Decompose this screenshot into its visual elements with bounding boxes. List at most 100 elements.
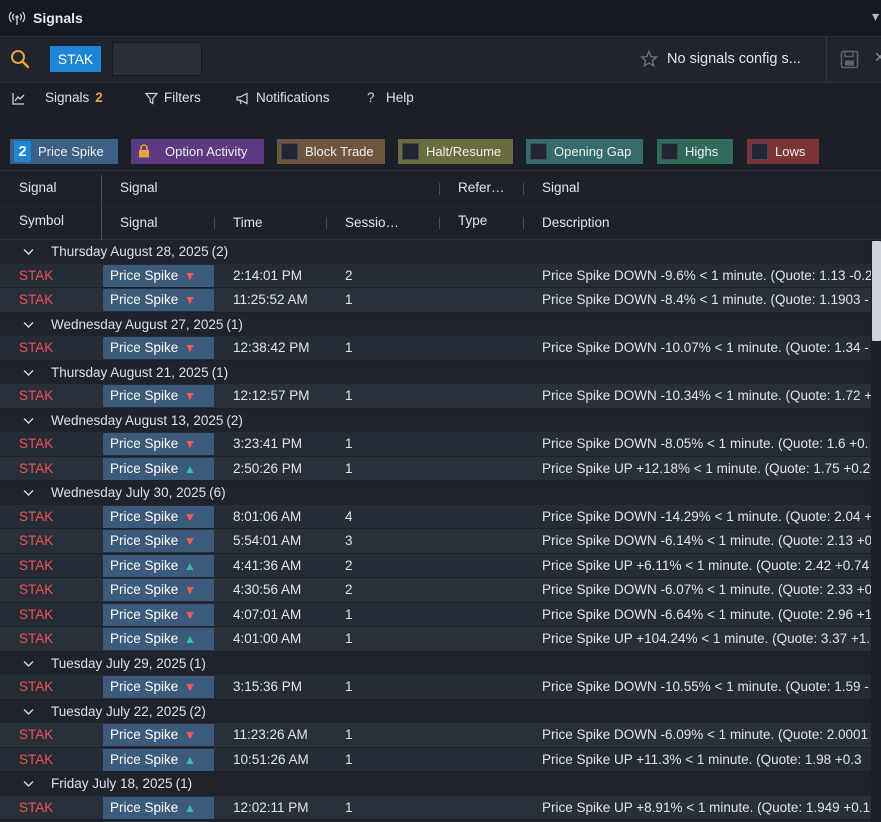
chevron-down-icon[interactable]: [23, 780, 34, 788]
checkbox[interactable]: [281, 143, 298, 160]
signal-badge[interactable]: Price Spike ▼: [103, 530, 214, 552]
symbol-cell[interactable]: STAK: [19, 505, 53, 530]
table-row[interactable]: STAK Price Spike ▼ 3:23:41 PM 1 Price Spike D…: [0, 432, 871, 457]
column-header-signal[interactable]: Signal: [120, 215, 158, 230]
signals-config-label[interactable]: No signals config s...: [667, 51, 801, 67]
chip-option-activity[interactable]: Option Activity: [131, 139, 264, 164]
table-row[interactable]: STAK Price Spike ▼ 8:01:06 AM 4 Price Spike D…: [0, 504, 871, 530]
date-group-header[interactable]: Thursday August 28, 2025 (2): [0, 240, 871, 264]
signal-label: Price Spike: [110, 267, 179, 283]
symbol-cell[interactable]: STAK: [19, 748, 53, 773]
date-group-header[interactable]: Tuesday July 29, 2025 (1): [0, 651, 871, 675]
chevron-down-icon[interactable]: [23, 660, 34, 668]
chip-opening-gap[interactable]: Opening Gap: [526, 139, 643, 164]
column-header-symbol[interactable]: Symbol: [19, 213, 64, 228]
chevron-down-icon[interactable]: [23, 417, 34, 425]
chip-block-trade[interactable]: Block Trade: [277, 139, 385, 164]
window-menu-icon[interactable]: ▾: [872, 8, 879, 25]
symbol-cell[interactable]: STAK: [19, 384, 53, 409]
arrow-down-icon: ▼: [184, 268, 196, 283]
signal-badge[interactable]: Price Spike ▼: [103, 433, 214, 455]
column-header-session[interactable]: Sessio…: [345, 215, 399, 230]
column-header-description[interactable]: Description: [542, 215, 610, 230]
column-separator[interactable]: [326, 217, 327, 229]
symbol-cell[interactable]: STAK: [19, 554, 53, 579]
signal-badge[interactable]: Price Spike ▼: [103, 337, 214, 359]
table-row[interactable]: STAK Price Spike ▲ 10:51:26 AM 1 Price Spike …: [0, 747, 871, 773]
date-group-header[interactable]: Thursday August 21, 2025 (1): [0, 360, 871, 384]
signal-badge[interactable]: Price Spike ▼: [103, 289, 214, 311]
save-icon[interactable]: [840, 50, 859, 69]
chip-price-spike[interactable]: 2 Price Spike: [10, 139, 118, 164]
search-icon[interactable]: [10, 49, 30, 69]
table-row[interactable]: STAK Price Spike ▼ 11:25:52 AM 1 Price Spike …: [0, 288, 871, 313]
star-icon[interactable]: [640, 50, 658, 68]
checkbox[interactable]: [751, 143, 768, 160]
table-row[interactable]: STAK Price Spike ▼ 5:54:01 AM 3 Price Spike D…: [0, 529, 871, 554]
chevron-down-icon[interactable]: [23, 489, 34, 497]
column-separator[interactable]: [439, 217, 440, 229]
table-row[interactable]: STAK Price Spike ▲ 4:01:00 AM 1 Price Spike U…: [0, 627, 871, 652]
signal-badge[interactable]: Price Spike ▲: [103, 554, 214, 577]
chevron-down-icon[interactable]: [23, 248, 34, 256]
signal-badge[interactable]: Price Spike ▲: [103, 628, 214, 650]
chip-halt-resume[interactable]: Halt/Resume: [398, 139, 513, 164]
date-group-header[interactable]: Wednesday August 27, 2025 (1): [0, 312, 871, 336]
table-row[interactable]: STAK Price Spike ▼ 3:15:36 PM 1 Price Spike D…: [0, 675, 871, 700]
symbol-cell[interactable]: STAK: [19, 627, 53, 652]
symbol-cell[interactable]: STAK: [19, 529, 53, 554]
chevron-down-icon[interactable]: [23, 708, 34, 716]
signal-badge[interactable]: Price Spike ▼: [103, 385, 214, 407]
table-row[interactable]: STAK Price Spike ▼ 2:14:01 PM 2 Price Spike D…: [0, 263, 871, 289]
chevron-down-icon[interactable]: [23, 321, 34, 329]
symbol-cell[interactable]: STAK: [19, 288, 53, 313]
signal-badge[interactable]: Price Spike ▼: [103, 264, 214, 287]
symbol-cell[interactable]: STAK: [19, 432, 53, 457]
symbol-cell[interactable]: STAK: [19, 723, 53, 748]
date-group-header[interactable]: Wednesday July 30, 2025 (6): [0, 481, 871, 505]
table-row[interactable]: STAK Price Spike ▲ 2:50:26 PM 1 Price Spike U…: [0, 456, 871, 482]
table-row[interactable]: STAK Price Spike ▼ 12:38:42 PM 1 Price Spike …: [0, 336, 871, 361]
date-group-header[interactable]: Friday July 18, 2025 (1): [0, 772, 871, 796]
signal-badge[interactable]: Price Spike ▼: [103, 724, 214, 746]
checkbox[interactable]: [530, 143, 547, 160]
symbol-cell[interactable]: STAK: [19, 264, 53, 289]
chip-highs[interactable]: Highs: [657, 139, 733, 164]
signal-badge[interactable]: Price Spike ▼: [103, 676, 214, 698]
date-group-header[interactable]: Tuesday July 22, 2025 (2): [0, 699, 871, 723]
column-header-time[interactable]: Time: [233, 215, 263, 230]
signal-badge[interactable]: Price Spike ▲: [103, 457, 214, 480]
signal-badge[interactable]: Price Spike ▼: [103, 603, 214, 626]
symbol-cell[interactable]: STAK: [19, 796, 53, 821]
symbol-cell[interactable]: STAK: [19, 336, 53, 361]
signal-badge[interactable]: Price Spike ▼: [103, 579, 214, 601]
table-row[interactable]: STAK Price Spike ▼ 4:07:01 AM 1 Price Spike D…: [0, 602, 871, 628]
table-row[interactable]: STAK Price Spike ▲ 12:02:11 PM 1 Price Spike …: [0, 795, 871, 821]
table-row[interactable]: STAK Price Spike ▼ 4:30:56 AM 2 Price Spike D…: [0, 578, 871, 603]
symbol-cell[interactable]: STAK: [19, 603, 53, 628]
symbol-cell[interactable]: STAK: [19, 675, 53, 700]
signal-badge[interactable]: Price Spike ▲: [103, 748, 214, 771]
symbol-cell[interactable]: STAK: [19, 578, 53, 603]
checkbox[interactable]: [402, 143, 419, 160]
scrollbar-thumb[interactable]: [872, 241, 881, 341]
table-row[interactable]: STAK Price Spike ▲ 4:41:36 AM 2 Price Spike U…: [0, 553, 871, 579]
column-separator[interactable]: [523, 217, 524, 229]
chevron-down-icon[interactable]: [23, 369, 34, 377]
symbol-input[interactable]: [112, 42, 202, 76]
table-row[interactable]: STAK Price Spike ▼ 12:12:57 PM 1 Price Spike …: [0, 384, 871, 409]
column-separator[interactable]: [214, 217, 215, 229]
signal-label: Price Spike: [110, 292, 179, 307]
signal-badge[interactable]: Price Spike ▼: [103, 505, 214, 528]
date-group-header[interactable]: Wednesday August 13, 2025 (2): [0, 408, 871, 432]
symbol-cell[interactable]: STAK: [19, 457, 53, 482]
close-icon[interactable]: ✕: [874, 49, 881, 66]
time-cell: 4:30:56 AM: [233, 582, 302, 597]
group-count: (1): [211, 364, 229, 380]
signal-badge[interactable]: Price Spike ▲: [103, 796, 214, 819]
checkbox[interactable]: [661, 143, 678, 160]
table-row[interactable]: STAK Price Spike ▼ 11:23:26 AM 1 Price Spike …: [0, 723, 871, 748]
symbol-chip[interactable]: STAK: [50, 46, 101, 72]
column-header-type[interactable]: Type: [458, 213, 487, 228]
chip-lows[interactable]: Lows: [747, 139, 819, 164]
